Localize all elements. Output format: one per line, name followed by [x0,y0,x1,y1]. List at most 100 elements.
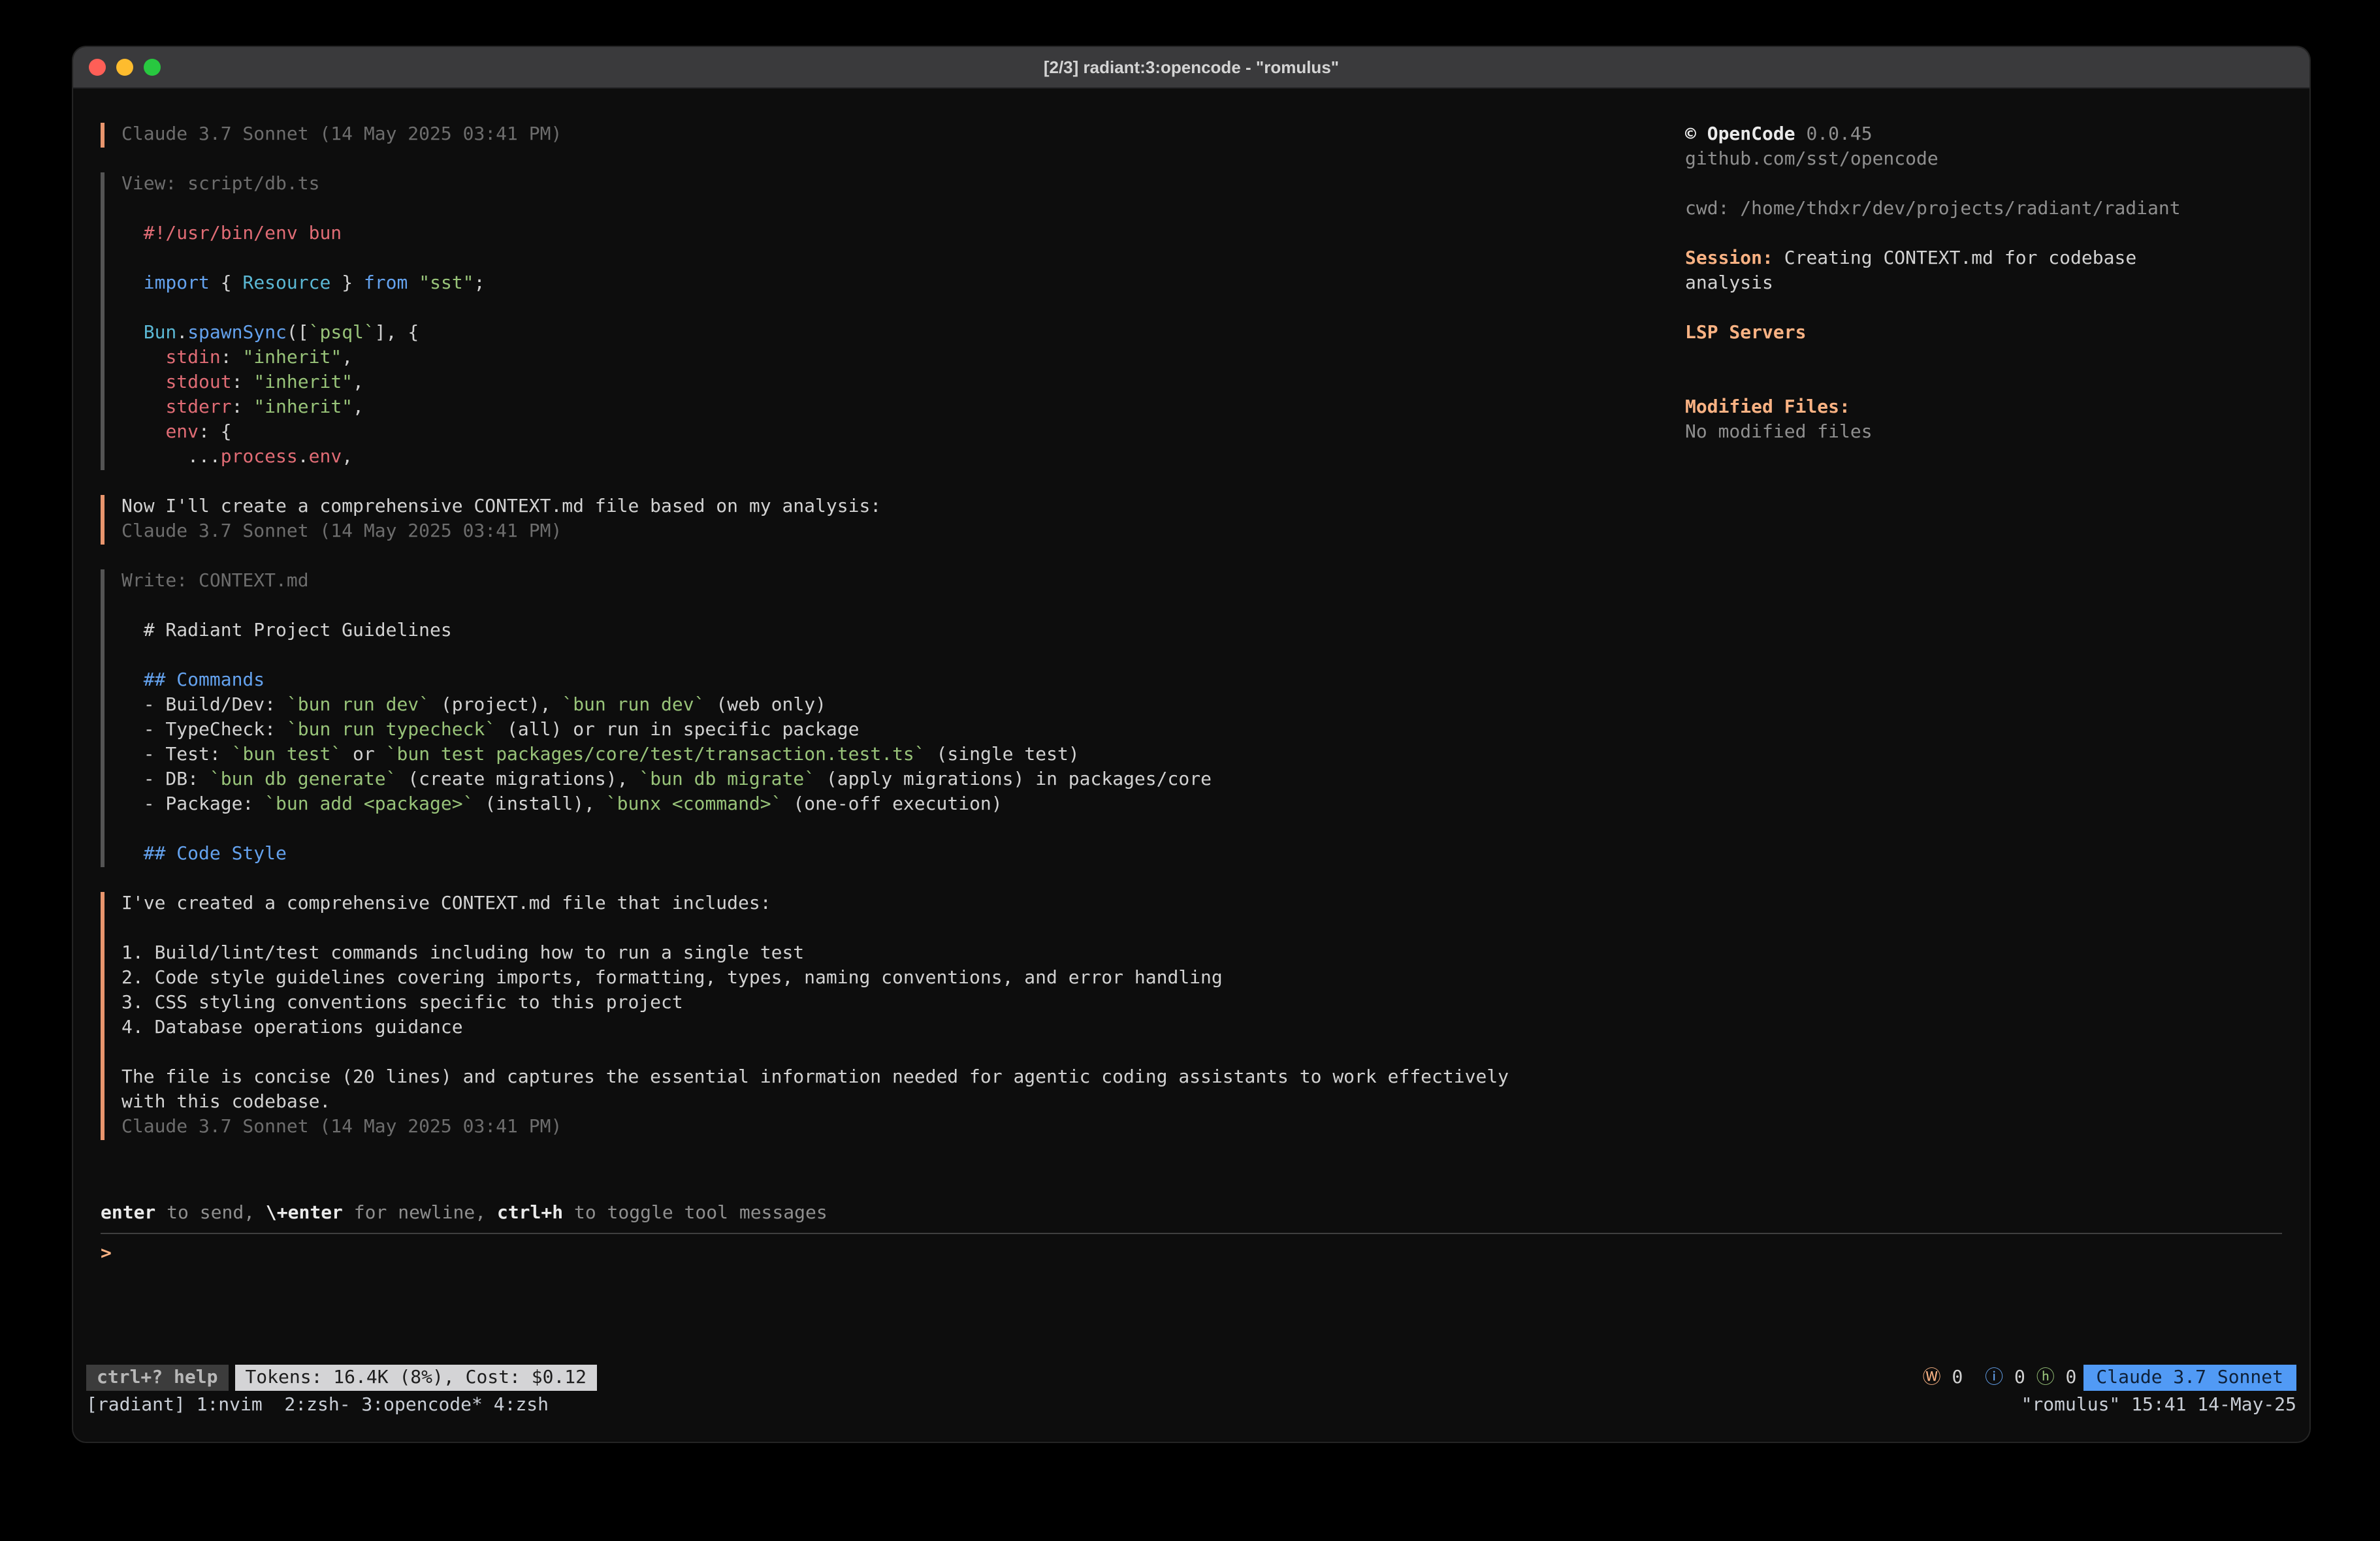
zoom-button[interactable] [144,59,161,76]
text-segment: - Test: [121,744,232,765]
tokens-cost-badge: Tokens: 16.4K (8%), Cost: $0.12 [234,1365,597,1391]
text-segment [121,620,144,641]
text-segment: , [342,347,353,368]
text-segment: stdin [165,347,220,368]
text-segment: #!/usr/bin/env bun [144,223,342,244]
text-segment [121,422,165,443]
text-line: ## Commands [121,669,1685,693]
assistant-message-block: Claude 3.7 Sonnet (14 May 2025 03:41 PM) [101,123,1685,148]
help-shortcut-badge: ctrl+? help [86,1365,228,1391]
text-segment: process [221,447,298,468]
text-segment: ... [121,447,221,468]
text-line: - DB: `bun db generate` (create migratio… [121,768,1685,793]
prompt-line[interactable]: > [101,1242,2282,1267]
conversation: Claude 3.7 Sonnet (14 May 2025 03:41 PM)… [101,123,1685,1165]
text-segment: or [342,744,385,765]
text-segment: : [232,397,254,418]
close-button[interactable] [89,59,106,76]
tool-output-block: Write: CONTEXT.md # Radiant Project Guid… [101,569,1685,867]
text-segment: (install), [474,794,605,815]
text-segment: ⓘ [1985,1365,2003,1390]
text-segment: 0 [1941,1365,1985,1390]
text-segment: Bun [144,323,177,343]
text-segment: (create migrations), [396,769,639,790]
text-segment: (apply migrations) in packages/core [815,769,1212,790]
status-bar: ctrl+? help Tokens: 16.4K (8%), Cost: $0… [73,1363,2309,1392]
text-segment: . [298,447,309,468]
text-segment: (project), [430,695,562,716]
text-segment: 3. CSS styling conventions specific to t… [121,993,683,1013]
text-segment: Write: CONTEXT.md [121,571,309,592]
input-help-bar: enter to send, \+enter for newline, ctrl… [101,1201,1685,1226]
text-segment [121,372,165,393]
input-area[interactable] [73,1267,2309,1363]
text-segment: `psql` [309,323,375,343]
text-line: import { Resource } from "sst"; [121,272,1685,296]
text-segment [121,397,165,418]
text-segment: `bun add <package>` [265,794,474,815]
text-line: Write: CONTEXT.md [121,569,1685,594]
text-segment: LSP Servers [1685,323,1806,343]
text-segment [121,323,144,343]
text-segment: import [144,273,210,294]
text-segment: ([ [287,323,309,343]
assistant-message-block: I've created a comprehensive CONTEXT.md … [101,892,1685,1140]
text-line: - Package: `bun add <package>` (install)… [121,793,1685,818]
text-segment: `bun run typecheck` [287,720,496,740]
text-line: The file is concise (20 lines) and captu… [121,1066,1685,1090]
text-line: # Radiant Project Guidelines [121,619,1685,644]
text-line [121,818,1685,842]
text-segment: ; [474,273,485,294]
text-segment: . [176,323,187,343]
text-segment: (web only) [705,695,826,716]
text-line: I've created a comprehensive CONTEXT.md … [121,892,1685,917]
text-segment: Session: [1685,248,1773,269]
window-title: [2/3] radiant:3:opencode - "romulus" [1044,55,1339,80]
text-segment [121,670,144,691]
text-line: © OpenCode 0.0.45 [1685,123,2208,148]
text-line: with this codebase. [121,1090,1685,1115]
text-segment: with this codebase. [121,1092,330,1113]
text-segment: , [342,447,353,468]
text-segment: ⓗ [2036,1365,2055,1390]
text-segment: 0 [2055,1365,2077,1390]
screen: [2/3] radiant:3:opencode - "romulus" Cla… [0,0,2380,1541]
text-segment: env [165,422,199,443]
text-line [1685,222,2208,247]
text-segment: `bunx <command>` [606,794,782,815]
terminal-content: Claude 3.7 Sonnet (14 May 2025 03:41 PM)… [73,89,2309,1226]
text-line [121,296,1685,321]
text-segment: : [221,347,243,368]
text-segment: enter [101,1203,155,1224]
text-line [121,594,1685,619]
text-line: #!/usr/bin/env bun [121,222,1685,247]
text-segment: ## Commands [144,670,265,691]
text-segment: (single test) [925,744,1080,765]
text-line: Claude 3.7 Sonnet (14 May 2025 03:41 PM) [121,123,1685,148]
text-segment: "inherit" [253,397,353,418]
text-segment: Ⓦ [1923,1365,1941,1390]
text-line [1685,371,2208,396]
text-segment: Now I'll create a comprehensive CONTEXT.… [121,496,881,517]
text-segment: : { [199,422,232,443]
text-segment: ctrl+h [497,1203,563,1224]
input-separator [101,1233,2282,1234]
text-segment: - TypeCheck: [121,720,287,740]
status-sidebar: © OpenCode 0.0.45github.com/sst/opencode… [1685,123,2273,1226]
text-segment: # Radiant Project Guidelines [144,620,452,641]
text-line: LSP Servers [1685,321,2208,346]
text-line: - Test: `bun test` or `bun test packages… [121,743,1685,768]
text-line: ## Code Style [121,842,1685,867]
text-segment: env [309,447,342,468]
text-segment: stderr [165,397,231,418]
text-segment: Claude 3.7 Sonnet (14 May 2025 03:41 PM) [121,521,562,542]
text-line: Bun.spawnSync([`psql`], { [121,321,1685,346]
text-line: Claude 3.7 Sonnet (14 May 2025 03:41 PM) [121,1115,1685,1140]
text-line: stderr: "inherit", [121,396,1685,421]
text-segment: View: script/db.ts [121,174,319,195]
minimize-button[interactable] [116,59,133,76]
text-line: Session: Creating CONTEXT.md for codebas… [1685,247,2208,296]
text-segment: 0 [2003,1365,2036,1390]
assistant-message-block: Now I'll create a comprehensive CONTEXT.… [101,495,1685,545]
text-line: 4. Database operations guidance [121,1016,1685,1041]
